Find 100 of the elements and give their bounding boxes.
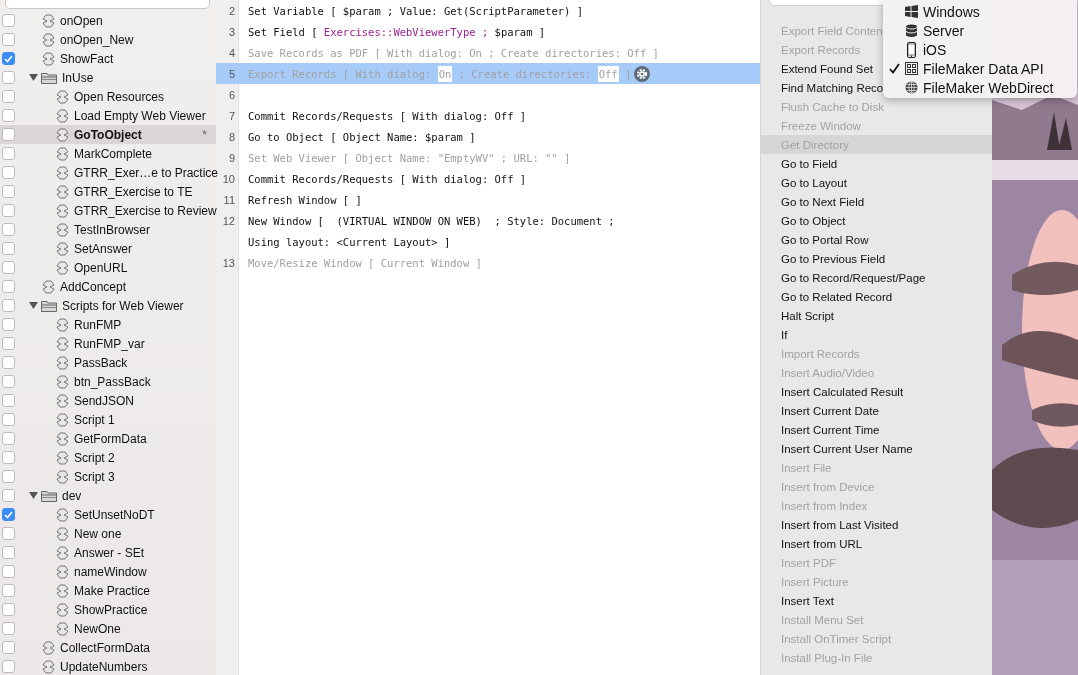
script-row[interactable]: ShowFact [0,49,216,68]
checkbox[interactable] [2,261,15,274]
step-list-item[interactable]: Insert Current Date [761,401,992,420]
script-row[interactable]: Open Resources [0,87,216,106]
checkbox[interactable] [2,128,15,141]
disclosure-triangle-icon[interactable] [29,491,38,500]
script-row[interactable]: Scripts for Web Viewer [0,296,216,315]
step-list-item[interactable]: Insert Text [761,591,992,610]
script-row[interactable]: Make Practice [0,581,216,600]
script-row[interactable]: TestInBrowser [0,220,216,239]
script-row[interactable]: GTRR_Exer…e to Practice [0,163,216,182]
script-row[interactable]: AddConcept [0,277,216,296]
script-row[interactable]: GoToObject * [0,125,216,144]
checkbox[interactable] [2,546,15,559]
script-row[interactable]: Script 2 [0,448,216,467]
checkbox[interactable] [2,109,15,122]
checkbox[interactable] [2,470,15,483]
checkbox[interactable] [2,90,15,103]
checkbox[interactable] [2,584,15,597]
script-step[interactable]: 6 [216,84,760,105]
checkbox[interactable] [2,489,15,502]
script-row[interactable]: Answer - SEt [0,543,216,562]
script-row[interactable]: onOpen [0,11,216,30]
checkbox[interactable] [2,432,15,445]
script-row[interactable]: SetUnsetNoDT [0,505,216,524]
checkbox[interactable] [2,223,15,236]
step-list-item[interactable]: Insert Calculated Result [761,382,992,401]
script-row[interactable]: nameWindow [0,562,216,581]
script-row[interactable]: btn_PassBack [0,372,216,391]
checkbox[interactable] [2,565,15,578]
script-step[interactable]: 2 Set Variable [ $param ; Value: Get(ScriptParameter) ] [216,0,760,21]
checkbox[interactable] [2,337,15,350]
checkbox[interactable] [2,147,15,160]
checkbox[interactable] [2,14,15,27]
checkbox[interactable] [2,641,15,654]
checkbox[interactable] [2,394,15,407]
script-row[interactable]: onOpen_New [0,30,216,49]
script-row[interactable]: dev [0,486,216,505]
menu-item[interactable]: FileMaker WebDirect [883,78,1077,97]
script-step[interactable]: Using layout: <Current Layout> ] [216,231,760,252]
step-list-item[interactable]: If [761,325,992,344]
menu-item[interactable]: FileMaker Data API [883,59,1077,78]
script-row[interactable]: Script 3 [0,467,216,486]
script-step[interactable]: 12 New Window [ (VIRTUAL WINDOW ON WEB) ; Style: Document ; [216,210,760,231]
script-row[interactable]: RunFMP_var [0,334,216,353]
step-list-item[interactable]: Insert from Last Visited [761,515,992,534]
checkbox[interactable] [2,71,15,84]
step-list-item[interactable]: Insert Current Time [761,420,992,439]
script-row[interactable]: SetAnswer [0,239,216,258]
script-row[interactable]: New one [0,524,216,543]
checkbox[interactable] [2,204,15,217]
checkbox[interactable] [2,413,15,426]
checkbox[interactable] [2,375,15,388]
script-row[interactable]: GTRR_Exercise to Review [0,201,216,220]
checkbox[interactable] [2,242,15,255]
checkbox[interactable] [2,52,15,65]
script-row[interactable]: GTRR_Exercise to TE [0,182,216,201]
script-step[interactable]: 7 Commit Records/Requests [ With dialog: Off ] [216,105,760,126]
checkbox[interactable] [2,622,15,635]
checkbox[interactable] [2,527,15,540]
checkbox[interactable] [2,603,15,616]
script-row[interactable]: CollectFormData [0,638,216,657]
checkbox[interactable] [2,356,15,369]
step-list-item[interactable]: Go to Next Field [761,192,992,211]
script-row[interactable]: MarkComplete [0,144,216,163]
step-list-item[interactable]: Go to Field [761,154,992,173]
script-step[interactable]: 8 Go to Object [ Object Name: $param ] [216,126,760,147]
checkbox[interactable] [2,318,15,331]
step-list-item[interactable]: Go to Object [761,211,992,230]
checkbox[interactable] [2,280,15,293]
step-list-item[interactable]: Insert Current User Name [761,439,992,458]
disclosure-triangle-icon[interactable] [29,73,38,82]
step-list-item[interactable]: Go to Previous Field [761,249,992,268]
script-row[interactable]: UpdateNumbers [0,657,216,675]
checkbox[interactable] [2,185,15,198]
checkbox[interactable] [2,33,15,46]
step-list-item[interactable]: Go to Record/Request/Page [761,268,992,287]
checkbox[interactable] [2,508,15,521]
script-row[interactable]: NewOne [0,619,216,638]
step-list-item[interactable]: Go to Layout [761,173,992,192]
menu-item[interactable]: iOS [883,40,1077,59]
checkbox[interactable] [2,660,15,673]
script-row[interactable]: SendJSON [0,391,216,410]
menu-item[interactable]: Windows [883,2,1077,21]
script-row[interactable]: Script 1 [0,410,216,429]
script-row[interactable]: InUse [0,68,216,87]
script-row[interactable]: OpenURL [0,258,216,277]
script-step[interactable]: 11 Refresh Window [ ] [216,189,760,210]
script-row[interactable]: PassBack [0,353,216,372]
checkbox[interactable] [2,166,15,179]
step-list-item[interactable]: Insert from URL [761,534,992,553]
script-row[interactable]: RunFMP [0,315,216,334]
script-step[interactable]: 3 Set Field [ Exercises::WebViewerType ; $param ] [216,21,760,42]
step-list-item[interactable]: Halt Script [761,306,992,325]
script-row[interactable]: Load Empty Web Viewer [0,106,216,125]
step-list-item[interactable]: Go to Portal Row [761,230,992,249]
menu-item[interactable]: Server [883,21,1077,40]
step-list-item[interactable]: Go to Related Record [761,287,992,306]
checkbox[interactable] [2,299,15,312]
disclosure-triangle-icon[interactable] [29,301,38,310]
